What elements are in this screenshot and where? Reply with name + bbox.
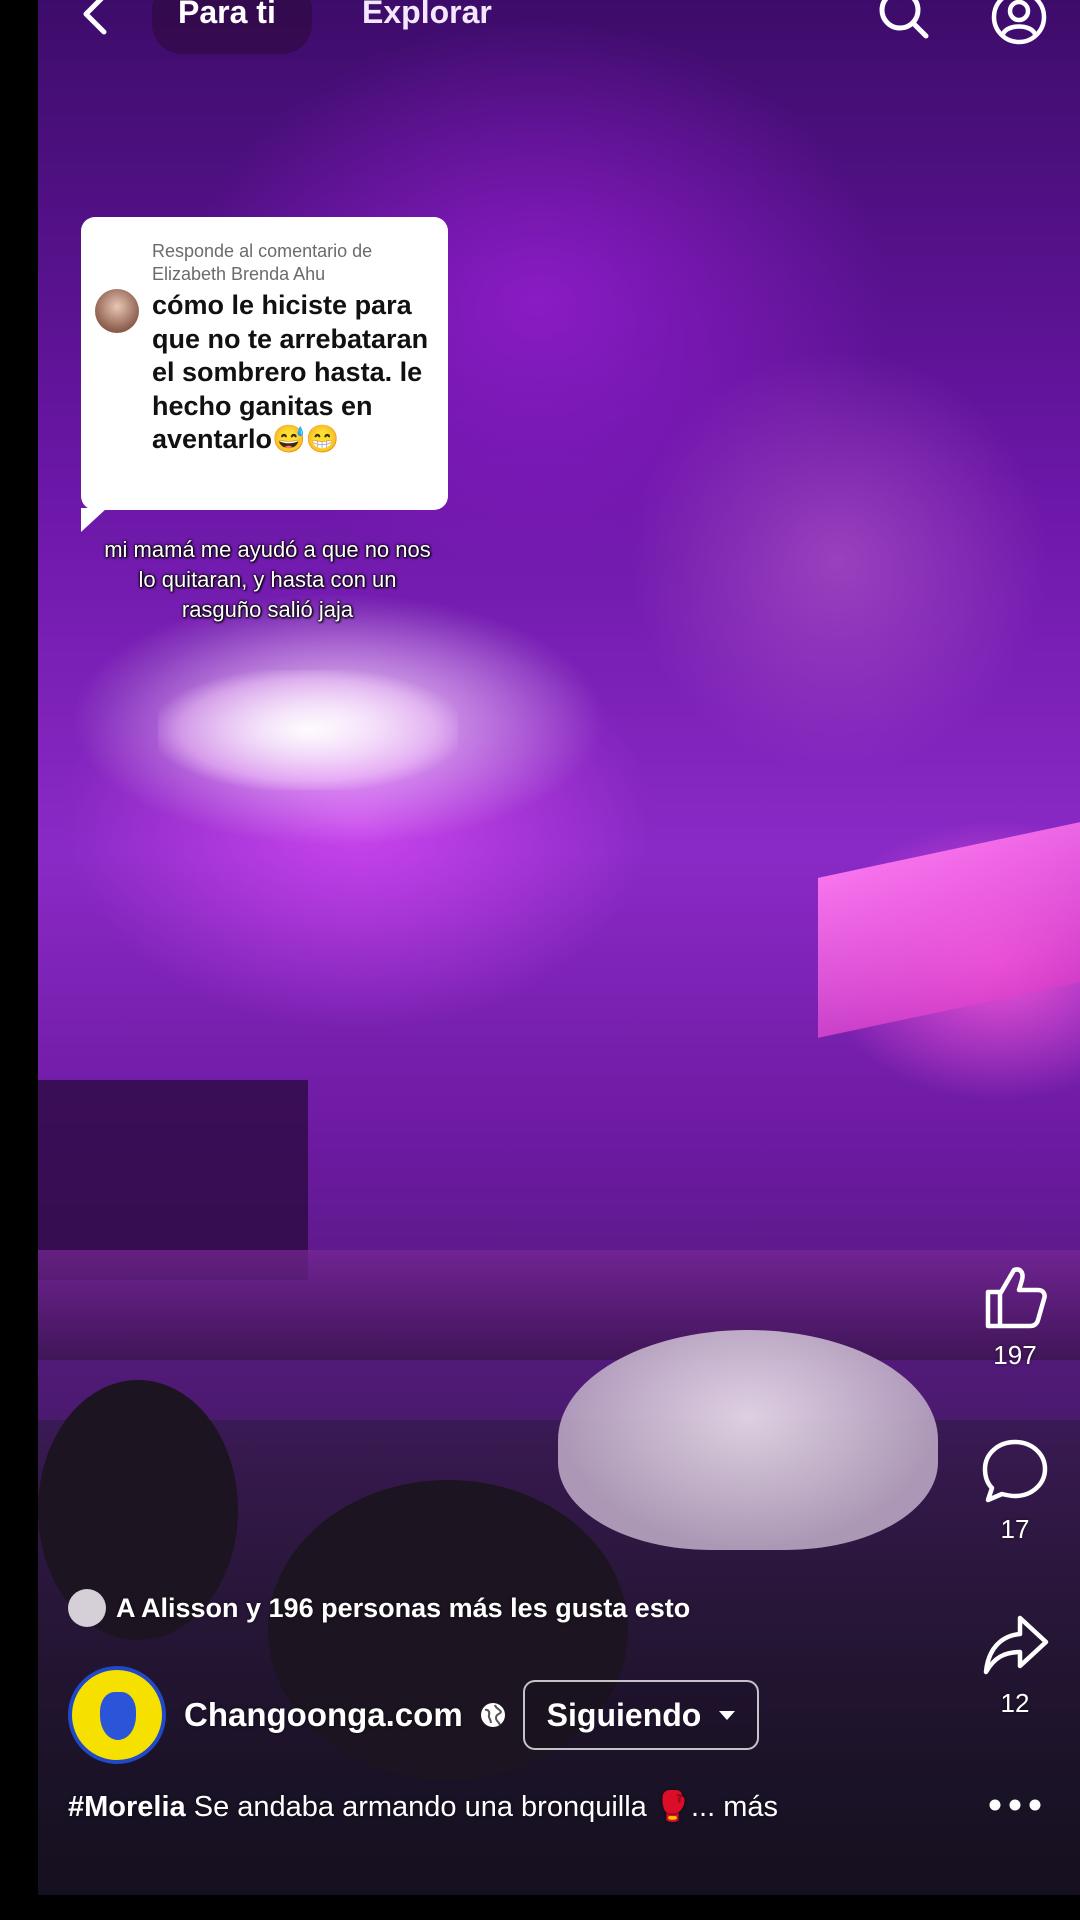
reply-comment-text: cómo le hiciste para que no te arrebatar… (152, 290, 429, 454)
liked-by-summary[interactable]: A Alisson y 196 personas más les gusta e… (68, 1588, 690, 1628)
tab-explorar[interactable]: Explorar (362, 0, 492, 32)
liker-avatar (68, 1589, 106, 1627)
following-label: Siguiendo (546, 1696, 702, 1733)
like-count: 197 (993, 1340, 1037, 1370)
tab-para-ti[interactable]: Para ti (178, 0, 276, 32)
description-text: Se andaba armando una bronquilla 🥊 (185, 1791, 691, 1823)
caret-down-icon (719, 1710, 736, 1720)
share-icon (983, 1615, 1049, 1675)
thumbs-up-icon (985, 1267, 1047, 1329)
see-more-link[interactable]: ... más (691, 1791, 778, 1823)
video-caption-overlay: mi mamá me ayudó a que no nos lo quitara… (104, 537, 431, 622)
page-avatar[interactable] (68, 1666, 166, 1764)
share-button[interactable]: 12 (975, 1610, 1055, 1719)
top-navigation: Para ti Explorar (0, 0, 1080, 60)
search-button[interactable] (876, 0, 932, 44)
reply-comment-meta: Responde al comentario de Elizabeth Bren… (152, 241, 373, 284)
like-button[interactable]: 197 (975, 1262, 1055, 1371)
commenter-avatar (95, 289, 139, 333)
hashtag-link[interactable]: #Morelia (68, 1791, 186, 1823)
post-description[interactable]: #Morelia Se andaba armando una bronquill… (68, 1787, 948, 1827)
profile-icon (991, 0, 1047, 45)
comment-count: 17 (1000, 1514, 1030, 1544)
stage-screen-glow (158, 670, 458, 790)
back-button[interactable] (76, 0, 116, 42)
more-options-button[interactable] (985, 1790, 1045, 1820)
page-info: Changoonga.com Siguiendo (68, 1665, 760, 1765)
liked-by-text: A Alisson y 196 personas más les gusta e… (116, 1592, 691, 1623)
following-button[interactable]: Siguiendo (522, 1680, 760, 1750)
reply-comment-card[interactable]: Responde al comentario de Elizabeth Bren… (81, 217, 448, 532)
cowboy-hat (558, 1330, 938, 1550)
back-icon (83, 0, 107, 35)
comment-icon (982, 1439, 1048, 1503)
globe-icon (480, 1703, 505, 1727)
search-icon (879, 0, 929, 39)
stage-tent (818, 822, 1080, 1038)
share-count: 12 (1000, 1688, 1030, 1718)
more-dots-icon (989, 1799, 1041, 1811)
page-name[interactable]: Changoonga.com (184, 1696, 463, 1734)
profile-button[interactable] (990, 0, 1048, 46)
comment-button[interactable]: 17 (975, 1436, 1055, 1545)
stage-floor (38, 1250, 1080, 1360)
